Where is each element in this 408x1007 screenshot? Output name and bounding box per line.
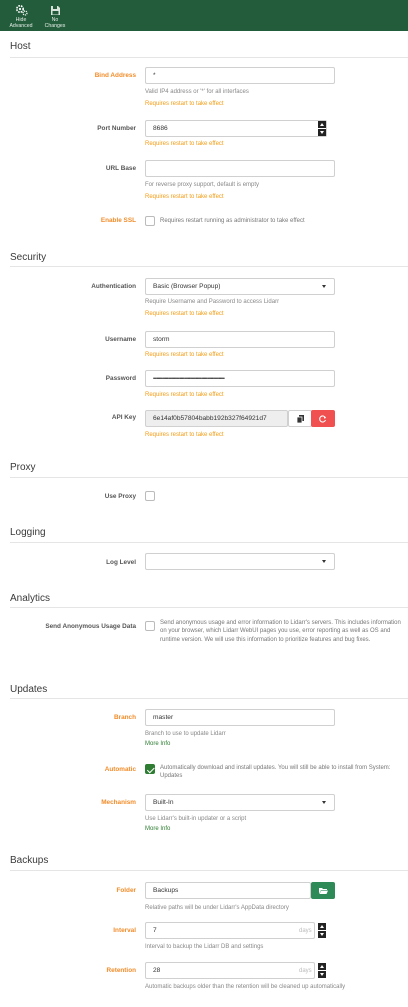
api-key-label: API Key <box>111 414 136 421</box>
url-base-warning: Requires restart to take effect <box>145 194 224 200</box>
divider <box>10 870 408 871</box>
clipboard-icon <box>296 414 304 423</box>
username-input[interactable]: storm <box>145 331 335 348</box>
url-base-help: For reverse proxy support, default is em… <box>145 182 260 188</box>
bind-address-label: Bind Address <box>94 72 136 79</box>
copy-api-key-button[interactable] <box>288 410 312 427</box>
backups-section-title: Backups <box>10 855 49 866</box>
port-number-warning: Requires restart to take effect <box>145 141 224 147</box>
mechanism-more-info-link[interactable]: More Info <box>145 826 170 832</box>
usage-data-label: Send Anonymous Usage Data <box>45 623 136 630</box>
updates-section-title: Updates <box>10 684 48 695</box>
regenerate-api-key-button[interactable] <box>311 410 335 427</box>
chevron-down-icon <box>322 285 326 288</box>
use-proxy-checkbox[interactable] <box>145 491 155 501</box>
retention-help: Automatic backups older than the retenti… <box>145 984 346 990</box>
authentication-label: Authentication <box>91 283 136 290</box>
mechanism-label: Mechanism <box>101 799 136 806</box>
enable-ssl-label: Enable SSL <box>100 217 136 224</box>
folder-help: Relative paths will be under Lidarr's Ap… <box>145 905 289 911</box>
enable-ssl-text: Requires restart running as administrato… <box>160 218 305 224</box>
branch-input[interactable]: master <box>145 709 335 726</box>
divider <box>10 542 408 543</box>
log-level-select[interactable] <box>145 553 335 570</box>
authentication-select[interactable]: Basic (Browser Popup) <box>145 278 335 295</box>
refresh-icon <box>319 414 327 423</box>
save-button[interactable]: No Changes <box>40 0 70 31</box>
bind-address-warning: Requires restart to take effect <box>145 101 224 107</box>
url-base-input[interactable] <box>145 160 335 177</box>
retention-input[interactable]: 28 <box>145 962 315 979</box>
port-number-spinner[interactable] <box>318 121 326 136</box>
retention-units: days <box>299 968 312 974</box>
analytics-section-title: Analytics <box>10 593 51 604</box>
bind-address-input[interactable]: * <box>145 67 335 84</box>
usage-data-text: Send anonymous usage and error informati… <box>160 620 401 643</box>
divider <box>10 477 408 478</box>
branch-more-info-link[interactable]: More Info <box>145 741 170 747</box>
logging-section-title: Logging <box>10 527 46 538</box>
port-number-input[interactable]: 8686 <box>145 120 327 137</box>
branch-label: Branch <box>113 714 136 721</box>
password-input[interactable]: ••••••••••••••••••••••••••••••••••••••••… <box>145 370 335 387</box>
hide-advanced-button[interactable]: Hide Advanced <box>6 0 36 31</box>
interval-spinner[interactable] <box>318 923 326 938</box>
divider <box>10 607 408 608</box>
password-warning: Requires restart to take effect <box>145 392 224 398</box>
api-key-input[interactable]: 6e14af0b57804babb192b327f64921d7 <box>145 410 288 427</box>
divider <box>10 698 408 699</box>
save-icon <box>48 3 62 17</box>
divider <box>10 57 408 58</box>
browse-folder-button[interactable] <box>311 882 335 899</box>
use-proxy-label: Use Proxy <box>104 493 136 500</box>
host-section-title: Host <box>10 41 31 52</box>
interval-label: Interval <box>113 927 136 934</box>
api-key-warning: Requires restart to take effect <box>145 432 224 438</box>
mechanism-help: Use Lidarr's built-in updater or a scrip… <box>145 816 247 822</box>
usage-data-checkbox[interactable] <box>145 621 155 631</box>
security-section-title: Security <box>10 252 47 263</box>
proxy-section-title: Proxy <box>10 462 36 473</box>
authentication-warning: Requires restart to take effect <box>145 311 224 317</box>
chevron-down-icon <box>322 560 326 563</box>
username-label: Username <box>105 336 136 343</box>
port-number-label: Port Number <box>97 125 136 132</box>
chevron-down-icon <box>322 801 326 804</box>
branch-help: Branch to use to update Lidarr <box>145 731 226 737</box>
automatic-text: Automatically download and install updat… <box>160 765 391 780</box>
enable-ssl-checkbox[interactable] <box>145 216 155 226</box>
interval-help: Interval to backup the Lidarr DB and set… <box>145 944 264 950</box>
automatic-checkbox[interactable] <box>145 764 155 774</box>
interval-units: days <box>299 928 312 934</box>
bind-address-help: Valid IP4 address or '*' for all interfa… <box>145 89 249 95</box>
log-level-label: Log Level <box>106 559 136 566</box>
username-warning: Requires restart to take effect <box>145 352 224 358</box>
folder-input[interactable]: Backups <box>145 882 311 899</box>
automatic-label: Automatic <box>104 766 136 773</box>
mechanism-select[interactable]: Built-In <box>145 794 335 811</box>
hide-advanced-label: Hide Advanced <box>9 17 33 29</box>
url-base-label: URL Base <box>105 165 136 172</box>
divider <box>10 266 408 267</box>
folder-label: Folder <box>116 887 136 894</box>
password-label: Password <box>105 375 136 382</box>
toolbar: Hide Advanced No Changes <box>0 0 408 31</box>
retention-label: Retention <box>106 967 136 974</box>
authentication-help: Require Username and Password to access … <box>145 299 280 305</box>
no-changes-label: No Changes <box>44 17 66 29</box>
gears-icon <box>14 3 28 17</box>
folder-open-icon <box>318 888 328 894</box>
retention-spinner[interactable] <box>318 963 326 978</box>
interval-input[interactable]: 7 <box>145 922 315 939</box>
